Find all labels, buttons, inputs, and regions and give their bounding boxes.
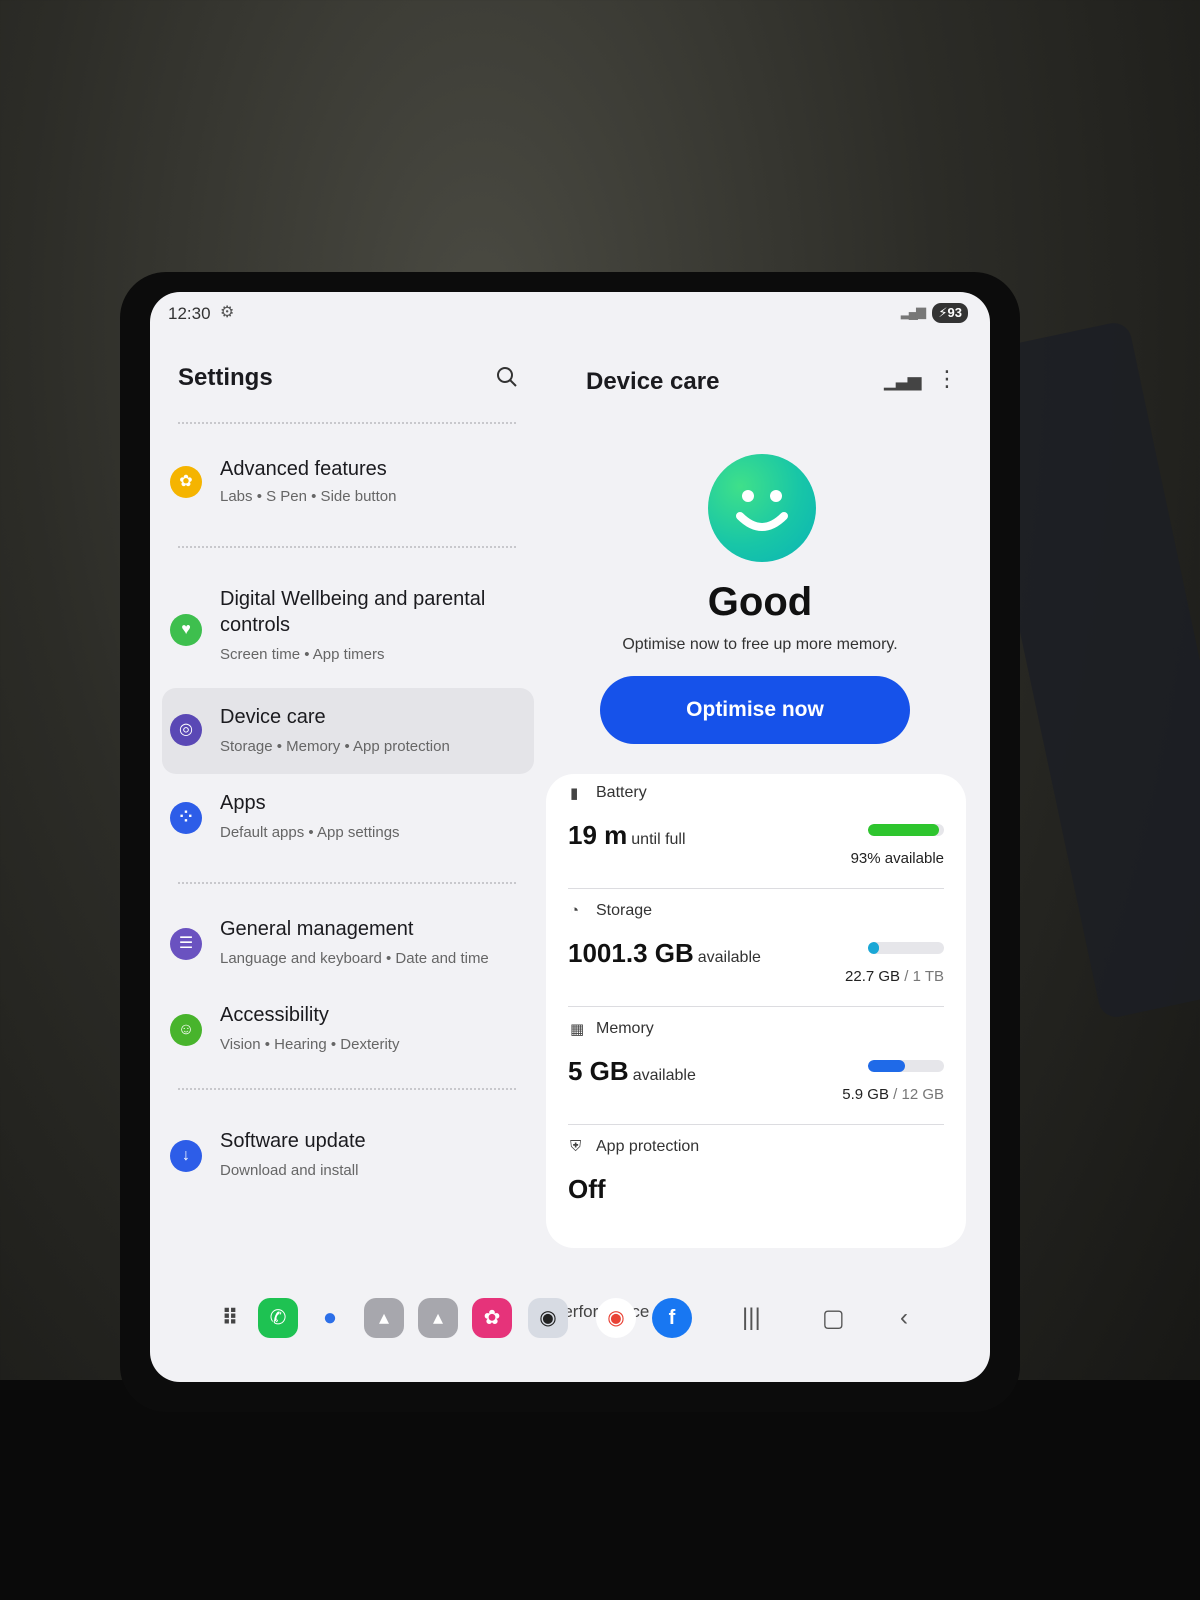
- battery-icon: ▮: [570, 785, 579, 802]
- storage-row[interactable]: ◔ Storage 1001.3 GB available 22.7 GB / 1…: [546, 892, 966, 1006]
- signal-icon: ▂▄▆: [900, 304, 926, 319]
- device-care-pane: Device care ▁▃▅ ⋮ Good Optimise now to f…: [546, 336, 990, 1336]
- status-description: Optimise now to free up more memory.: [622, 636, 898, 653]
- smiley-face-icon: [708, 454, 816, 562]
- storage-bar: [868, 942, 944, 954]
- menu-item-title: Device care: [220, 706, 326, 728]
- memory-chip-icon: ▦: [570, 1021, 585, 1038]
- storage-bar-fill: [868, 942, 879, 954]
- back-icon[interactable]: ‹: [900, 1304, 908, 1332]
- divider: [568, 1006, 944, 1007]
- search-icon[interactable]: [496, 366, 518, 388]
- row-label: App protection: [596, 1138, 700, 1155]
- menu-item-accessibility[interactable]: ☺ Accessibility Vision • Hearing • Dexte…: [162, 992, 534, 1068]
- menu-item-subtitle: Default apps • App settings: [220, 824, 400, 841]
- divider: [178, 1088, 516, 1090]
- stats-icon[interactable]: ▁▃▅: [884, 370, 922, 391]
- shield-icon: ⛨: [570, 1138, 582, 1155]
- storage-detail: 22.7 GB / 1 TB: [845, 968, 944, 985]
- memory-bar-fill: [868, 1060, 906, 1072]
- row-value: 1001.3 GB available: [568, 938, 761, 968]
- sliders-icon: ☰: [170, 928, 202, 960]
- menu-item-title: Apps: [220, 792, 266, 814]
- divider: [178, 546, 516, 548]
- device-care-title: Device care: [586, 368, 720, 395]
- menu-item-subtitle: Download and install: [220, 1162, 359, 1179]
- accessibility-icon: ☺: [170, 1014, 202, 1046]
- battery-detail: 93% available: [850, 850, 944, 867]
- menu-item-title: General management: [220, 918, 414, 940]
- settings-pane: Settings ✿ Advanced features Labs • S Pe…: [150, 336, 540, 1286]
- device-care-card: ▮ Battery 19 m until full 93% available ◔…: [546, 774, 966, 1248]
- android-app-icon[interactable]: ▴: [364, 1298, 404, 1338]
- gallery-icon[interactable]: ✿: [472, 1298, 512, 1338]
- menu-item-advanced-features[interactable]: ✿ Advanced features Labs • S Pen • Side …: [162, 446, 534, 518]
- menu-item-digital-wellbeing[interactable]: ♥ Digital Wellbeing and parental control…: [162, 580, 534, 680]
- divider: [178, 422, 516, 424]
- battery-bar: [868, 824, 944, 836]
- settings-title: Settings: [178, 364, 273, 391]
- battery-percent: 93: [947, 305, 962, 320]
- messages-icon[interactable]: ●: [310, 1298, 350, 1338]
- android-app-icon[interactable]: ▴: [418, 1298, 458, 1338]
- menu-item-subtitle: Labs • S Pen • Side button: [220, 488, 397, 505]
- chrome-icon[interactable]: ◉: [596, 1298, 636, 1338]
- battery-indicator: ⚡93: [932, 303, 968, 323]
- download-icon: ↓: [170, 1140, 202, 1172]
- battery-row[interactable]: ▮ Battery 19 m until full 93% available: [546, 774, 966, 888]
- menu-item-subtitle: Vision • Hearing • Dexterity: [220, 1036, 400, 1053]
- menu-item-title: Software update: [220, 1130, 366, 1152]
- apps-grid-icon[interactable]: ⠿: [210, 1298, 250, 1338]
- heart-icon: ♥: [170, 614, 202, 646]
- status-bar: 12:30 ⚙ ▂▄▆ ⚡93: [150, 292, 990, 336]
- menu-item-subtitle: Language and keyboard • Date and time: [220, 950, 489, 967]
- camera-icon[interactable]: ◉: [528, 1298, 568, 1338]
- background-floor: [0, 1380, 1200, 1600]
- divider: [178, 882, 516, 884]
- app-protection-row[interactable]: ⛨ App protection Off: [546, 1128, 966, 1238]
- row-label: Storage: [596, 902, 653, 919]
- menu-item-general-management[interactable]: ☰ General management Language and keyboa…: [162, 906, 534, 982]
- status-time: 12:30: [168, 304, 211, 323]
- row-value: 19 m until full: [568, 820, 686, 850]
- more-options-icon[interactable]: ⋮: [936, 366, 958, 392]
- optimise-now-button[interactable]: Optimise now: [600, 676, 910, 744]
- menu-item-title: Advanced features: [220, 458, 387, 480]
- menu-item-title: Accessibility: [220, 1004, 329, 1026]
- device-care-icon: ◎: [170, 714, 202, 746]
- menu-item-device-care[interactable]: ◎ Device care Storage • Memory • App pro…: [162, 688, 534, 774]
- menu-item-subtitle: Screen time • App timers: [220, 646, 385, 663]
- row-value: 5 GB available: [568, 1056, 696, 1086]
- memory-detail: 5.9 GB / 12 GB: [842, 1086, 944, 1103]
- memory-row[interactable]: ▦ Memory 5 GB available 5.9 GB / 12 GB: [546, 1010, 966, 1124]
- battery-bar-fill: [868, 824, 939, 836]
- phone-icon[interactable]: ✆: [258, 1298, 298, 1338]
- recents-icon[interactable]: |||: [742, 1304, 761, 1332]
- device-status: Good: [707, 580, 813, 624]
- menu-item-title: Digital Wellbeing and parental controls: [220, 588, 486, 636]
- memory-bar: [868, 1060, 944, 1072]
- puzzle-icon: ✿: [170, 466, 202, 498]
- menu-item-apps[interactable]: ⁘ Apps Default apps • App settings: [162, 782, 534, 862]
- divider: [568, 1124, 944, 1125]
- menu-item-software-update[interactable]: ↓ Software update Download and install: [162, 1116, 534, 1196]
- menu-item-subtitle: Storage • Memory • App protection: [220, 738, 450, 755]
- phone-screen: 12:30 ⚙ ▂▄▆ ⚡93 Settings ✿ Advanced feat…: [150, 292, 990, 1382]
- settings-gear-icon: ⚙: [220, 304, 235, 321]
- taskbar: ⠿ ✆ ● ▴ ▴ ✿ ◉ ◉ f ||| ▢ ‹: [150, 1286, 990, 1382]
- apps-icon: ⁘: [170, 802, 202, 834]
- row-value: Off: [568, 1174, 606, 1204]
- facebook-icon[interactable]: f: [652, 1298, 692, 1338]
- divider: [568, 888, 944, 889]
- row-label: Memory: [596, 1020, 654, 1037]
- home-icon[interactable]: ▢: [822, 1304, 845, 1333]
- row-label: Battery: [596, 784, 647, 801]
- storage-icon: ◔: [570, 902, 580, 919]
